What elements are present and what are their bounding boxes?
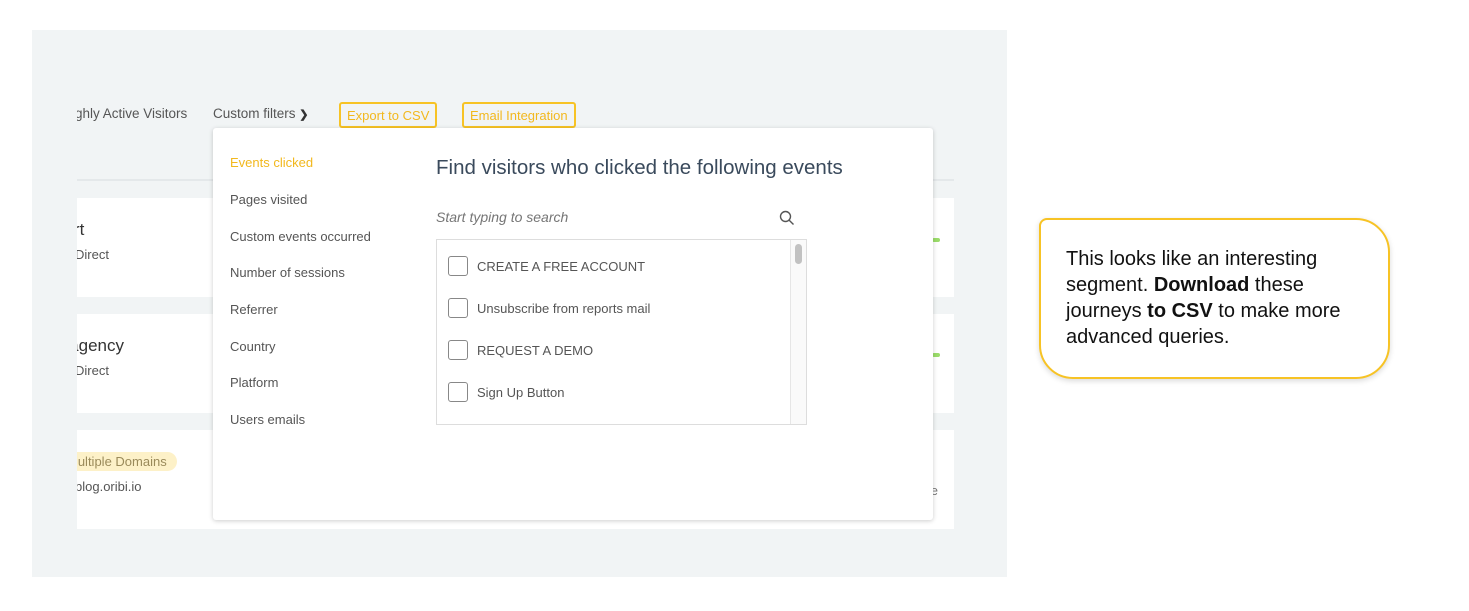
menu-pages-visited[interactable]: Pages visited [230, 192, 307, 207]
event-label: CREATE A FREE ACCOUNT [477, 258, 646, 274]
callout-bold: Download [1153, 274, 1250, 296]
visitor-name: bert [77, 220, 85, 239]
checkbox[interactable] [448, 340, 468, 360]
event-search-input[interactable] [436, 205, 806, 229]
checkbox[interactable] [448, 256, 468, 276]
menu-country[interactable]: Country [230, 339, 276, 354]
visitor-source: Direct [77, 247, 109, 262]
export-csv-button[interactable]: Export to CSV [339, 102, 438, 128]
search-icon[interactable] [779, 210, 795, 226]
status-dot [932, 238, 940, 242]
menu-events-clicked[interactable]: Events clicked [230, 155, 313, 170]
custom-filters-label: Custom filters [213, 106, 296, 121]
event-label: Unsubscribe from reports mail [477, 300, 651, 316]
checkbox[interactable] [448, 298, 468, 318]
visitor-source: blog.oribi.io [77, 479, 142, 494]
callout-bold: to CSV [1147, 300, 1213, 322]
chevron-down-icon: ❯ [299, 109, 309, 121]
panel-title: Find visitors who clicked the following … [436, 156, 843, 179]
menu-users-emails[interactable]: Users emails [230, 412, 305, 427]
menu-number-of-sessions[interactable]: Number of sessions [230, 265, 345, 280]
event-label: REQUEST A DEMO [477, 342, 594, 358]
event-option[interactable]: CREATE A FREE ACCOUNT [448, 256, 645, 276]
checkbox[interactable] [448, 382, 468, 402]
scrollbar-thumb[interactable] [795, 244, 802, 264]
custom-filters-dropdown[interactable]: Custom filters ❯ [213, 106, 309, 121]
events-list: CREATE A FREE ACCOUNT Unsubscribe from r… [436, 239, 807, 425]
menu-custom-events[interactable]: Custom events occurred [230, 229, 371, 244]
event-option[interactable]: Sign Up Button [448, 382, 564, 402]
visitor-source: Direct [77, 363, 109, 378]
status-dot [932, 353, 940, 357]
event-option[interactable]: REQUEST A DEMO [448, 340, 593, 360]
event-option[interactable]: Unsubscribe from reports mail [448, 298, 650, 318]
domains-badge: Multiple Domains [77, 452, 177, 471]
tab-highly-active-visitors[interactable]: ghly Active Visitors [77, 106, 187, 121]
visitor-name: n.agency [77, 336, 124, 355]
custom-filters-menu: Events clicked Pages visited Custom even… [213, 128, 933, 520]
tip-callout: This looks like an interesting segment. … [1039, 218, 1390, 379]
scrollbar[interactable] [790, 240, 806, 424]
event-label: Sign Up Button [477, 384, 565, 400]
email-integration-button[interactable]: Email Integration [462, 102, 576, 128]
menu-referrer[interactable]: Referrer [230, 302, 278, 317]
menu-platform[interactable]: Platform [230, 375, 278, 390]
